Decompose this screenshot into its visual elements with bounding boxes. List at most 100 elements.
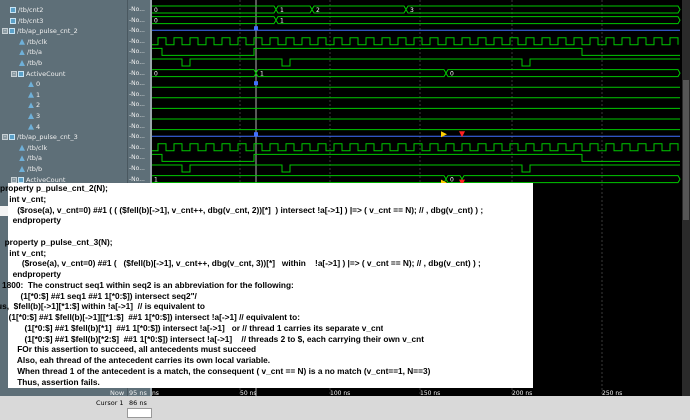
bit-signal-icon: [19, 155, 25, 162]
timeline-tick: 200 ns: [512, 390, 533, 397]
signal-value: -No...: [129, 122, 145, 130]
timeline-tick: 250 ns: [602, 390, 623, 397]
bus-value-label: 0: [154, 7, 158, 14]
bit-wave: [152, 153, 680, 162]
bus-value-label: 3: [410, 7, 414, 14]
bus-value-label: 0: [154, 71, 158, 78]
bus-value-label: 1: [280, 18, 284, 25]
annotation-line: /* (1[*0:$] ##1 $fell(b)[->1][[*1:$] ##1…: [0, 313, 300, 322]
annotation-line: int v_cnt;: [0, 248, 47, 258]
signal-value: -No...: [129, 154, 145, 162]
bus-value-label: 1: [260, 71, 264, 78]
signal-row[interactable]: /tb/a: [0, 153, 127, 163]
signal-row[interactable]: /tb/clk: [0, 37, 127, 47]
collapse-toggle-icon[interactable]: -: [2, 134, 8, 141]
bus-signal-icon: [10, 17, 16, 24]
signal-name: 1: [36, 90, 41, 99]
assert-start-marker: [254, 132, 258, 137]
bus-segment: [445, 69, 681, 78]
signal-value: -No...: [129, 69, 145, 77]
annotation-line: 1800: The construct seq1 within seq2 is …: [2, 280, 294, 290]
bus-segment: [255, 69, 447, 78]
timeline-tick: 50 ns: [240, 390, 257, 397]
annotation-line: ($rose(a), v_cnt=0) ##1 ( ( ($fell(b)[->…: [8, 205, 484, 215]
signal-row[interactable]: - ActiveCount: [0, 69, 127, 79]
signal-value: -No...: [129, 101, 145, 109]
signal-row[interactable]: 1: [0, 90, 127, 100]
signal-value: -No...: [129, 143, 145, 151]
signal-name: /tb/clk: [27, 37, 48, 46]
signal-name: /tb/a: [27, 48, 43, 57]
signal-name: /tb/cnt3: [18, 16, 44, 25]
cursor-input[interactable]: [127, 408, 152, 418]
signal-value: -No...: [129, 80, 145, 88]
bus-segment: [152, 16, 277, 25]
annotation-line: (1[*0:$] ##1 $fell(b)[*1] ##1 1[*0:$]) i…: [6, 323, 384, 333]
signal-name: /tb/b: [27, 59, 43, 67]
collapse-toggle-icon[interactable]: -: [11, 176, 17, 183]
signal-name: /tb/ap_pulse_cnt_3: [17, 133, 78, 142]
annotation-line: endproperty: [8, 216, 62, 226]
signal-row[interactable]: - /tb/ap_pulse_cnt_3: [0, 132, 127, 142]
signal-name: /tb/a: [27, 154, 43, 163]
signal-row[interactable]: 2: [0, 100, 127, 110]
signal-name: 4: [36, 122, 41, 131]
bus-segment: [152, 5, 277, 14]
annotation-line: property p_pulse_cnt_3(N);: [0, 237, 113, 247]
assert-start-marker: [254, 81, 258, 86]
bus-segment: [275, 16, 681, 25]
signal-row[interactable]: 0: [0, 79, 127, 89]
bit-signal-icon: [19, 166, 25, 172]
bit-signal-icon: [19, 49, 25, 56]
bit-signal-icon: [28, 91, 34, 98]
bus-signal-icon: [10, 7, 16, 13]
cursor-value: 86 ns: [129, 399, 147, 407]
bus-value-label: 0: [450, 71, 454, 78]
signal-row[interactable]: /tb/a: [0, 47, 127, 57]
signal-row[interactable]: /tb/b: [0, 58, 127, 68]
collapse-toggle-icon[interactable]: -: [11, 70, 17, 77]
bus-segment: [152, 175, 447, 184]
collapse-toggle-icon[interactable]: -: [2, 28, 8, 35]
annotation-line: Thus, assertion fails.: [8, 377, 100, 387]
annotation-line: (1[*0:$] ##1 seq1 ##1 1[*0:$]) intersect…: [2, 291, 197, 301]
bus-segment: [405, 5, 681, 14]
signal-name: 3: [36, 112, 41, 120]
signal-value: -No...: [129, 6, 145, 13]
signal-value: -No...: [129, 27, 145, 35]
annotation-line: ($rose(a), v_cnt=0) ##1 ( ($fell(b)[->1]…: [8, 259, 481, 269]
signal-value: -No...: [129, 133, 145, 141]
signal-row[interactable]: /tb/cnt3: [0, 16, 127, 26]
signal-value: -No...: [129, 48, 145, 56]
annotation-line: endproperty: [8, 270, 62, 279]
vertical-scrollbar[interactable]: [682, 0, 690, 396]
timeline-tick: 150 ns: [420, 390, 441, 397]
scrollbar-thumb[interactable]: [683, 80, 689, 220]
timeline-tick: ns: [152, 390, 159, 397]
bit-wave: [152, 164, 680, 173]
annotation-line: When thread 1 of the antecedent is a mat…: [8, 366, 431, 376]
signal-row[interactable]: 3: [0, 111, 127, 121]
signal-row[interactable]: 4: [0, 122, 127, 132]
signal-value: -No...: [129, 59, 145, 66]
bus-segment: [445, 175, 463, 184]
signal-name: 2: [36, 101, 41, 110]
bus-signal-icon: [18, 176, 24, 183]
clock-wave: [152, 37, 679, 46]
bus-value-label: 1: [280, 7, 284, 14]
signal-row[interactable]: /tb/b: [0, 164, 127, 174]
signal-value: -No...: [129, 37, 145, 45]
signal-value: -No...: [129, 90, 145, 98]
bit-wave: [152, 58, 680, 67]
timeline-tick: 100 ns: [330, 390, 351, 397]
signal-row[interactable]: - /tb/ap_pulse_cnt_2: [0, 26, 127, 36]
annotation-line: (1[*0:$] ##1 $fell(b)[*2:$] ##1 1[*0:$])…: [6, 334, 424, 344]
bus-signal-icon: [18, 70, 24, 77]
signal-value: -No...: [129, 112, 145, 119]
bus-segment: [311, 5, 407, 14]
signal-row[interactable]: /tb/cnt2: [0, 5, 127, 15]
signal-value: -No...: [129, 165, 145, 172]
bit-signal-icon: [19, 38, 25, 45]
signal-row[interactable]: /tb/clk: [0, 143, 127, 153]
signal-name: /tb/ap_pulse_cnt_2: [17, 27, 78, 36]
